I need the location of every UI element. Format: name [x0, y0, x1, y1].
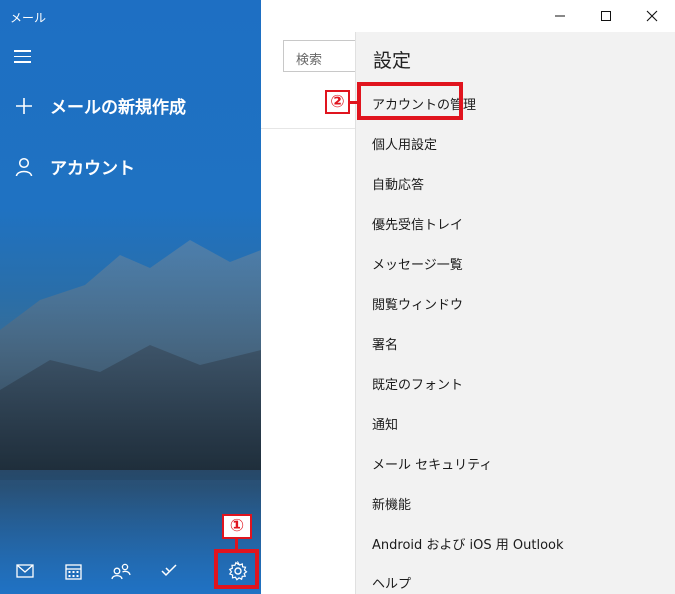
settings-item-outlook-mobile[interactable]: Android および iOS 用 Outlook	[372, 534, 564, 553]
settings-item-personalization[interactable]: 個人用設定	[372, 134, 437, 153]
step1-badge: ①	[222, 514, 252, 539]
mail-icon[interactable]	[12, 558, 38, 584]
settings-item-focused-inbox[interactable]: 優先受信トレイ	[372, 214, 463, 233]
mountain-background-image	[0, 240, 261, 594]
step2-connector	[350, 101, 357, 104]
window-controls	[537, 0, 675, 32]
settings-item-reading-pane[interactable]: 閲覧ウィンドウ	[372, 294, 463, 313]
left-navigation-pane: メール メールの新規作成 アカウント	[0, 0, 261, 594]
settings-item-help[interactable]: ヘルプ	[372, 573, 411, 592]
menu-line	[14, 61, 31, 63]
person-icon	[14, 157, 34, 177]
step1-connector	[235, 539, 238, 549]
calendar-icon[interactable]	[60, 558, 86, 584]
menu-line	[14, 55, 31, 57]
app-title: メール	[10, 11, 47, 25]
accounts-label: アカウント	[50, 159, 135, 179]
step2-badge: ②	[325, 90, 350, 114]
minimize-icon[interactable]	[537, 0, 583, 32]
settings-item-whats-new[interactable]: 新機能	[372, 494, 411, 513]
divider	[261, 128, 356, 129]
settings-item-default-font[interactable]: 既定のフォント	[372, 374, 463, 393]
settings-item-message-list[interactable]: メッセージ一覧	[372, 254, 463, 273]
settings-item-signature[interactable]: 署名	[372, 334, 398, 353]
new-mail-button[interactable]: メールの新規作成	[14, 93, 186, 118]
step1-highlight-box	[214, 549, 259, 589]
close-icon[interactable]	[629, 0, 675, 32]
hamburger-menu-button[interactable]	[14, 47, 36, 65]
accounts-button[interactable]: アカウント	[14, 154, 135, 179]
settings-item-email-security[interactable]: メール セキュリティ	[372, 454, 492, 473]
settings-title: 設定	[373, 50, 412, 72]
plus-icon	[14, 96, 34, 116]
new-mail-label: メールの新規作成	[50, 98, 186, 118]
settings-item-notifications[interactable]: 通知	[372, 414, 398, 433]
step2-highlight-box	[357, 82, 463, 120]
people-icon[interactable]	[108, 558, 134, 584]
mail-app-window: メール メールの新規作成 アカウント 検索 設定 アカウントの管理 個人用設定 …	[0, 0, 675, 594]
menu-line	[14, 50, 31, 52]
todo-icon[interactable]	[156, 558, 182, 584]
settings-item-auto-replies[interactable]: 自動応答	[372, 174, 424, 193]
maximize-icon[interactable]	[583, 0, 629, 32]
